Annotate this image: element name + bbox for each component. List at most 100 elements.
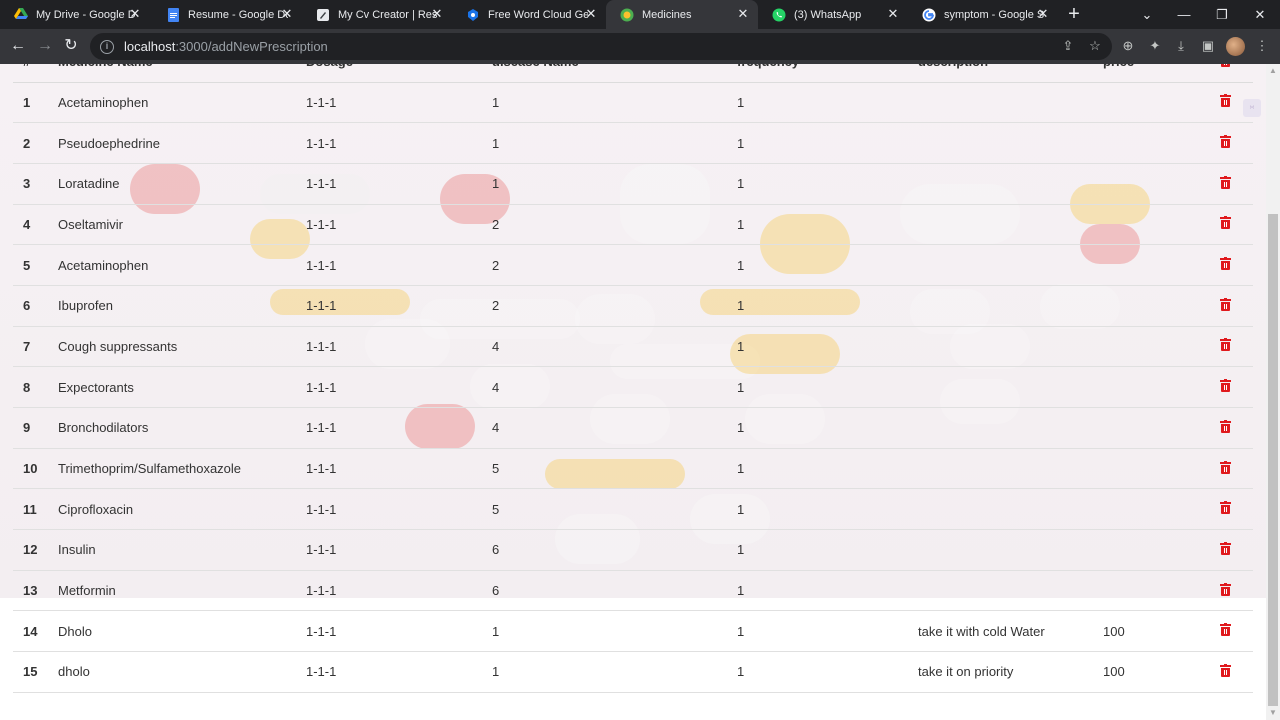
- delete-trash-icon[interactable]: [1220, 257, 1231, 271]
- price-cell: [1103, 244, 1198, 286]
- disease-name-cell: 1: [492, 163, 737, 205]
- delete-trash-icon[interactable]: [1220, 297, 1231, 311]
- delete-trash-icon[interactable]: [1220, 216, 1231, 230]
- price-cell: [1103, 163, 1198, 205]
- dosage-cell: 1-1-1: [306, 570, 492, 612]
- table-row: 6 Ibuprofen 1-1-1 2 1: [13, 285, 1253, 327]
- google-drive-icon: [14, 8, 28, 22]
- tab-symptom-search[interactable]: symptom - Google Se ✕: [908, 0, 1058, 29]
- disease-name-cell: 4: [492, 407, 737, 449]
- table-row: 8 Expectorants 1-1-1 4 1: [13, 366, 1253, 408]
- delete-cell: [1198, 610, 1253, 653]
- delete-trash-icon[interactable]: [1220, 419, 1231, 433]
- frequency-cell: 1: [737, 163, 918, 205]
- close-icon[interactable]: ✕: [430, 7, 444, 21]
- delete-trash-icon[interactable]: [1220, 94, 1231, 108]
- delete-trash-icon[interactable]: [1220, 501, 1231, 515]
- row-number: 11: [13, 488, 58, 531]
- medicine-name-cell: Pseudoephedrine: [58, 122, 306, 164]
- tab-resume[interactable]: Resume - Google Doc ✕: [152, 0, 302, 29]
- vertical-scrollbar[interactable]: ▲ ▼: [1266, 64, 1280, 720]
- close-icon[interactable]: ✕: [736, 7, 750, 21]
- medicine-name-cell: Insulin: [58, 529, 306, 571]
- extension-circle-icon[interactable]: ⊕: [1120, 38, 1136, 54]
- close-icon[interactable]: ✕: [1036, 7, 1050, 21]
- frequency-cell: 1: [737, 529, 918, 571]
- download-icon[interactable]: ⤓: [1173, 38, 1189, 54]
- disease-name-cell: 1: [492, 82, 737, 124]
- maximize-button[interactable]: ❐: [1203, 0, 1241, 29]
- disease-name-cell: 1: [492, 610, 737, 653]
- medicine-name-cell: Acetaminophen: [58, 82, 306, 124]
- delete-trash-icon[interactable]: [1220, 460, 1231, 474]
- close-icon[interactable]: ✕: [280, 7, 294, 21]
- description-cell: [918, 163, 1103, 205]
- scroll-up-arrow-icon[interactable]: ▲: [1266, 64, 1280, 78]
- row-number: 15: [13, 651, 58, 693]
- table-row: 11 Ciprofloxacin 1-1-1 5 1: [13, 488, 1253, 531]
- delete-cell: [1198, 163, 1253, 205]
- tab-cv-creator[interactable]: My Cv Creator | Resum ✕: [302, 0, 452, 29]
- tab-search-chevron-icon[interactable]: ⌄: [1128, 0, 1166, 29]
- description-cell: [918, 407, 1103, 449]
- scrollbar-thumb[interactable]: [1268, 214, 1278, 706]
- reload-button[interactable]: ↻: [62, 37, 80, 55]
- price-cell: 100: [1103, 651, 1198, 693]
- table-row: 5 Acetaminophen 1-1-1 2 1: [13, 244, 1253, 286]
- forward-button[interactable]: →: [36, 37, 54, 55]
- site-info-icon[interactable]: i: [100, 39, 114, 54]
- profile-avatar[interactable]: [1226, 37, 1245, 56]
- extensions-puzzle-icon[interactable]: ✦: [1147, 38, 1163, 54]
- back-button[interactable]: ←: [9, 37, 27, 55]
- delete-trash-icon[interactable]: [1220, 663, 1231, 677]
- tab-whatsapp[interactable]: (3) WhatsApp ✕: [758, 0, 908, 29]
- medicines-icon: [620, 8, 634, 22]
- tab-my-drive[interactable]: My Drive - Google Dri ✕: [0, 0, 150, 29]
- delete-trash-icon[interactable]: [1220, 541, 1231, 555]
- scroll-down-arrow-icon[interactable]: ▼: [1266, 706, 1280, 720]
- menu-kebab-icon[interactable]: ⋮: [1254, 38, 1270, 54]
- medicine-name-cell: Oseltamivir: [58, 204, 306, 246]
- delete-trash-icon[interactable]: [1220, 623, 1231, 637]
- browser-toolbar: ← → ↻ i localhost:3000/addNewPrescriptio…: [0, 29, 1280, 64]
- delete-trash-icon[interactable]: [1220, 338, 1231, 352]
- medicine-name-cell: Dholo: [58, 610, 306, 653]
- close-icon[interactable]: ✕: [886, 7, 900, 21]
- table-header-row: # Medicine Name Dosage disease Name freq…: [13, 64, 1253, 83]
- delete-cell: [1198, 285, 1253, 327]
- bookmark-star-icon[interactable]: ☆: [1087, 38, 1103, 54]
- share-icon[interactable]: ⇪: [1060, 38, 1076, 54]
- minimize-button[interactable]: —: [1165, 0, 1203, 29]
- description-cell: [918, 82, 1103, 124]
- row-number: 3: [13, 163, 58, 205]
- medicine-name-cell: Trimethoprim/Sulfamethoxazole: [58, 448, 306, 490]
- window-close-button[interactable]: ✕: [1241, 0, 1279, 29]
- side-panel-icon[interactable]: ▣: [1200, 38, 1216, 54]
- new-tab-button[interactable]: +: [1064, 4, 1084, 24]
- disease-name-cell: 1: [492, 651, 737, 693]
- tab-word-cloud[interactable]: Free Word Cloud Gen ✕: [452, 0, 606, 29]
- delete-trash-icon[interactable]: [1220, 379, 1231, 393]
- dosage-cell: 1-1-1: [306, 610, 492, 653]
- column-header-description: description: [918, 64, 1103, 83]
- delete-trash-icon[interactable]: [1220, 135, 1231, 149]
- row-number: 12: [13, 529, 58, 571]
- close-icon[interactable]: ✕: [128, 7, 142, 21]
- medicine-name-cell: Expectorants: [58, 366, 306, 408]
- price-cell: [1103, 570, 1198, 612]
- delete-cell: [1198, 448, 1253, 490]
- medicine-name-cell: Ciprofloxacin: [58, 488, 306, 531]
- dosage-cell: 1-1-1: [306, 651, 492, 693]
- dosage-cell: 1-1-1: [306, 366, 492, 408]
- delete-trash-icon[interactable]: [1220, 582, 1231, 596]
- delete-cell: [1198, 366, 1253, 408]
- description-cell: [918, 366, 1103, 408]
- price-cell: [1103, 204, 1198, 246]
- close-icon[interactable]: ✕: [584, 7, 598, 21]
- address-bar[interactable]: i localhost:3000/addNewPrescription: [90, 33, 1112, 60]
- delete-trash-icon[interactable]: [1220, 175, 1231, 189]
- tab-medicines[interactable]: Medicines ✕: [606, 0, 758, 29]
- dosage-cell: 1-1-1: [306, 82, 492, 124]
- table-row: 13 Metformin 1-1-1 6 1: [13, 570, 1253, 612]
- column-header-delete: [1198, 64, 1253, 83]
